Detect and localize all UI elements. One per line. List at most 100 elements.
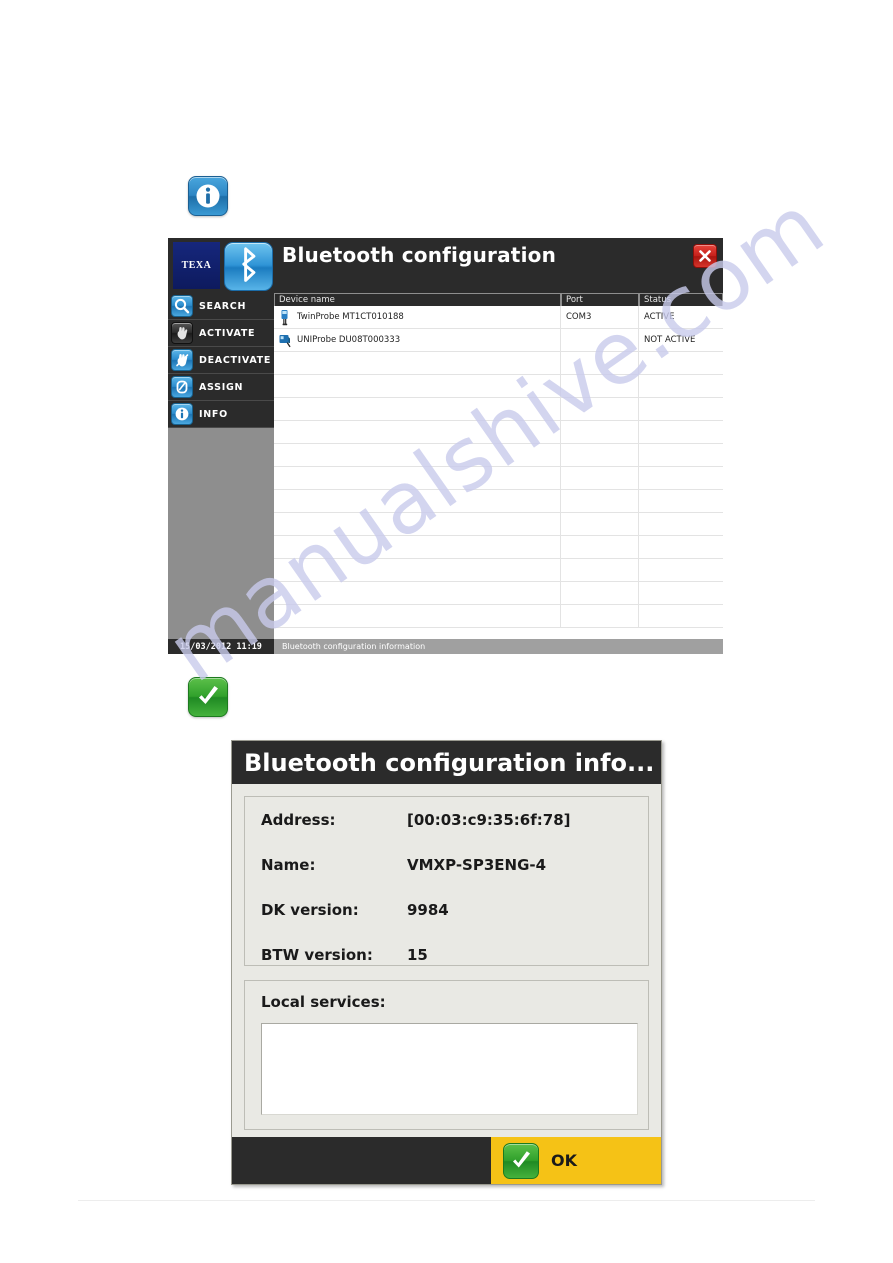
table-row[interactable] <box>274 536 723 559</box>
search-icon <box>171 295 193 317</box>
statusbar: 15/03/2012 11:19 Bluetooth configuration… <box>168 639 723 654</box>
cell-device-name <box>274 582 561 604</box>
sidebar-item-label: ASSIGN <box>199 381 244 393</box>
cell-device-name-text: TwinProbe MT1CT010188 <box>297 312 404 322</box>
sidebar-item-label: SEARCH <box>199 300 247 312</box>
table-row[interactable] <box>274 605 723 628</box>
cell-status <box>639 375 723 397</box>
cell-port <box>561 605 639 627</box>
local-services-list[interactable] <box>261 1023 638 1115</box>
cell-port <box>561 513 639 535</box>
cell-device-name <box>274 352 561 374</box>
sidebar-item-activate[interactable]: ACTIVATE <box>168 320 274 347</box>
check-icon <box>503 1142 539 1179</box>
cell-device-name <box>274 513 561 535</box>
column-header-port: Port <box>561 293 639 306</box>
info-label: BTW version: <box>261 946 373 964</box>
local-services-label: Local services: <box>261 993 386 1011</box>
table-row[interactable] <box>274 467 723 490</box>
page-divider <box>78 1200 815 1201</box>
table-row[interactable]: TwinProbe MT1CT010188 COM3 ACTIVE <box>274 306 723 329</box>
table-row[interactable] <box>274 421 723 444</box>
sidebar: SEARCH ACTIVATE DEACTIVATE ASSIGN INFO <box>168 293 274 639</box>
info-value-btw-version: 15 <box>407 946 428 964</box>
texa-logo-text: TEXA <box>181 260 212 271</box>
sidebar-item-info[interactable]: INFO <box>168 401 274 428</box>
cell-device-name <box>274 490 561 512</box>
cell-port <box>561 352 639 374</box>
sidebar-item-assign[interactable]: ASSIGN <box>168 374 274 401</box>
uniprobe-device-icon <box>278 332 291 349</box>
table-row[interactable] <box>274 398 723 421</box>
table-header-row: Device name Port Status <box>274 293 723 306</box>
table-row[interactable] <box>274 444 723 467</box>
cell-device-name <box>274 421 561 443</box>
cell-port <box>561 467 639 489</box>
texa-logo: TEXA <box>173 242 220 289</box>
info-row-name: Name: VMXP-SP3ENG-4 <box>261 856 638 901</box>
sidebar-item-deactivate[interactable]: DEACTIVATE <box>168 347 274 374</box>
cell-status <box>639 444 723 466</box>
cell-device-name: TwinProbe MT1CT010188 <box>274 306 561 328</box>
cell-status <box>639 490 723 512</box>
info-row-dk-version: DK version: 9984 <box>261 901 638 946</box>
dialog-body: Address: [00:03:c9:35:6f:78] Name: VMXP-… <box>232 784 661 1130</box>
cell-device-name <box>274 467 561 489</box>
info-value-dk-version: 9984 <box>407 901 449 919</box>
sidebar-item-label: INFO <box>199 408 228 420</box>
info-icon <box>171 403 193 425</box>
table-row[interactable] <box>274 490 723 513</box>
table-row[interactable] <box>274 352 723 375</box>
ok-button[interactable]: OK <box>491 1137 661 1184</box>
cell-port <box>561 536 639 558</box>
cell-port <box>561 398 639 420</box>
cell-port <box>561 375 639 397</box>
info-row-address: Address: [00:03:c9:35:6f:78] <box>261 811 638 856</box>
cell-status: ACTIVE <box>644 312 675 322</box>
cell-status <box>639 513 723 535</box>
cell-port <box>561 559 639 581</box>
table-row[interactable] <box>274 375 723 398</box>
local-services-group: Local services: <box>244 980 649 1130</box>
window-titlebar: TEXA Bluetooth configuration <box>168 238 723 293</box>
info-label: DK version: <box>261 901 359 919</box>
bluetooth-icon[interactable] <box>224 242 273 291</box>
cell-device-name-text: UNIProbe DU08T000333 <box>297 335 401 345</box>
table-row[interactable] <box>274 582 723 605</box>
cell-status <box>639 421 723 443</box>
cell-device-name <box>274 536 561 558</box>
cell-port: COM3 <box>561 306 639 328</box>
info-value-name: VMXP-SP3ENG-4 <box>407 856 547 874</box>
dialog-title: Bluetooth configuration info... <box>232 741 661 784</box>
cell-port <box>561 444 639 466</box>
cell-status <box>639 352 723 374</box>
sidebar-item-search[interactable]: SEARCH <box>168 293 274 320</box>
cell-device-name <box>274 398 561 420</box>
bluetooth-configuration-window: TEXA Bluetooth configuration SEARCH ACTI… <box>168 238 723 654</box>
cell-port <box>561 490 639 512</box>
close-icon[interactable] <box>693 244 717 268</box>
info-value-address: [00:03:c9:35:6f:78] <box>407 811 571 829</box>
cell-status <box>639 582 723 604</box>
cell-status <box>639 559 723 581</box>
table-empty-rows <box>274 352 723 628</box>
page-title: Bluetooth configuration <box>282 243 557 267</box>
table-row[interactable] <box>274 559 723 582</box>
hand-stop-icon <box>171 349 193 371</box>
table-row[interactable]: UNIProbe DU08T000333 NOT ACTIVE <box>274 329 723 352</box>
info-label: Name: <box>261 856 316 874</box>
cell-device-name: UNIProbe DU08T000333 <box>274 329 561 351</box>
statusbar-message: Bluetooth configuration information <box>282 642 426 651</box>
link-icon <box>171 376 193 398</box>
sidebar-item-label: ACTIVATE <box>199 327 256 339</box>
hand-icon <box>171 322 193 344</box>
info-icon <box>188 176 228 216</box>
table-body: TwinProbe MT1CT010188 COM3 ACTIVE UNIPro… <box>274 306 723 628</box>
statusbar-datetime: 15/03/2012 11:19 <box>168 639 274 654</box>
dialog-footer: OK <box>232 1137 661 1184</box>
table-row[interactable] <box>274 513 723 536</box>
check-icon <box>188 677 228 717</box>
cell-port <box>561 329 639 351</box>
device-info-group: Address: [00:03:c9:35:6f:78] Name: VMXP-… <box>244 796 649 966</box>
ok-button-label: OK <box>551 1151 577 1170</box>
